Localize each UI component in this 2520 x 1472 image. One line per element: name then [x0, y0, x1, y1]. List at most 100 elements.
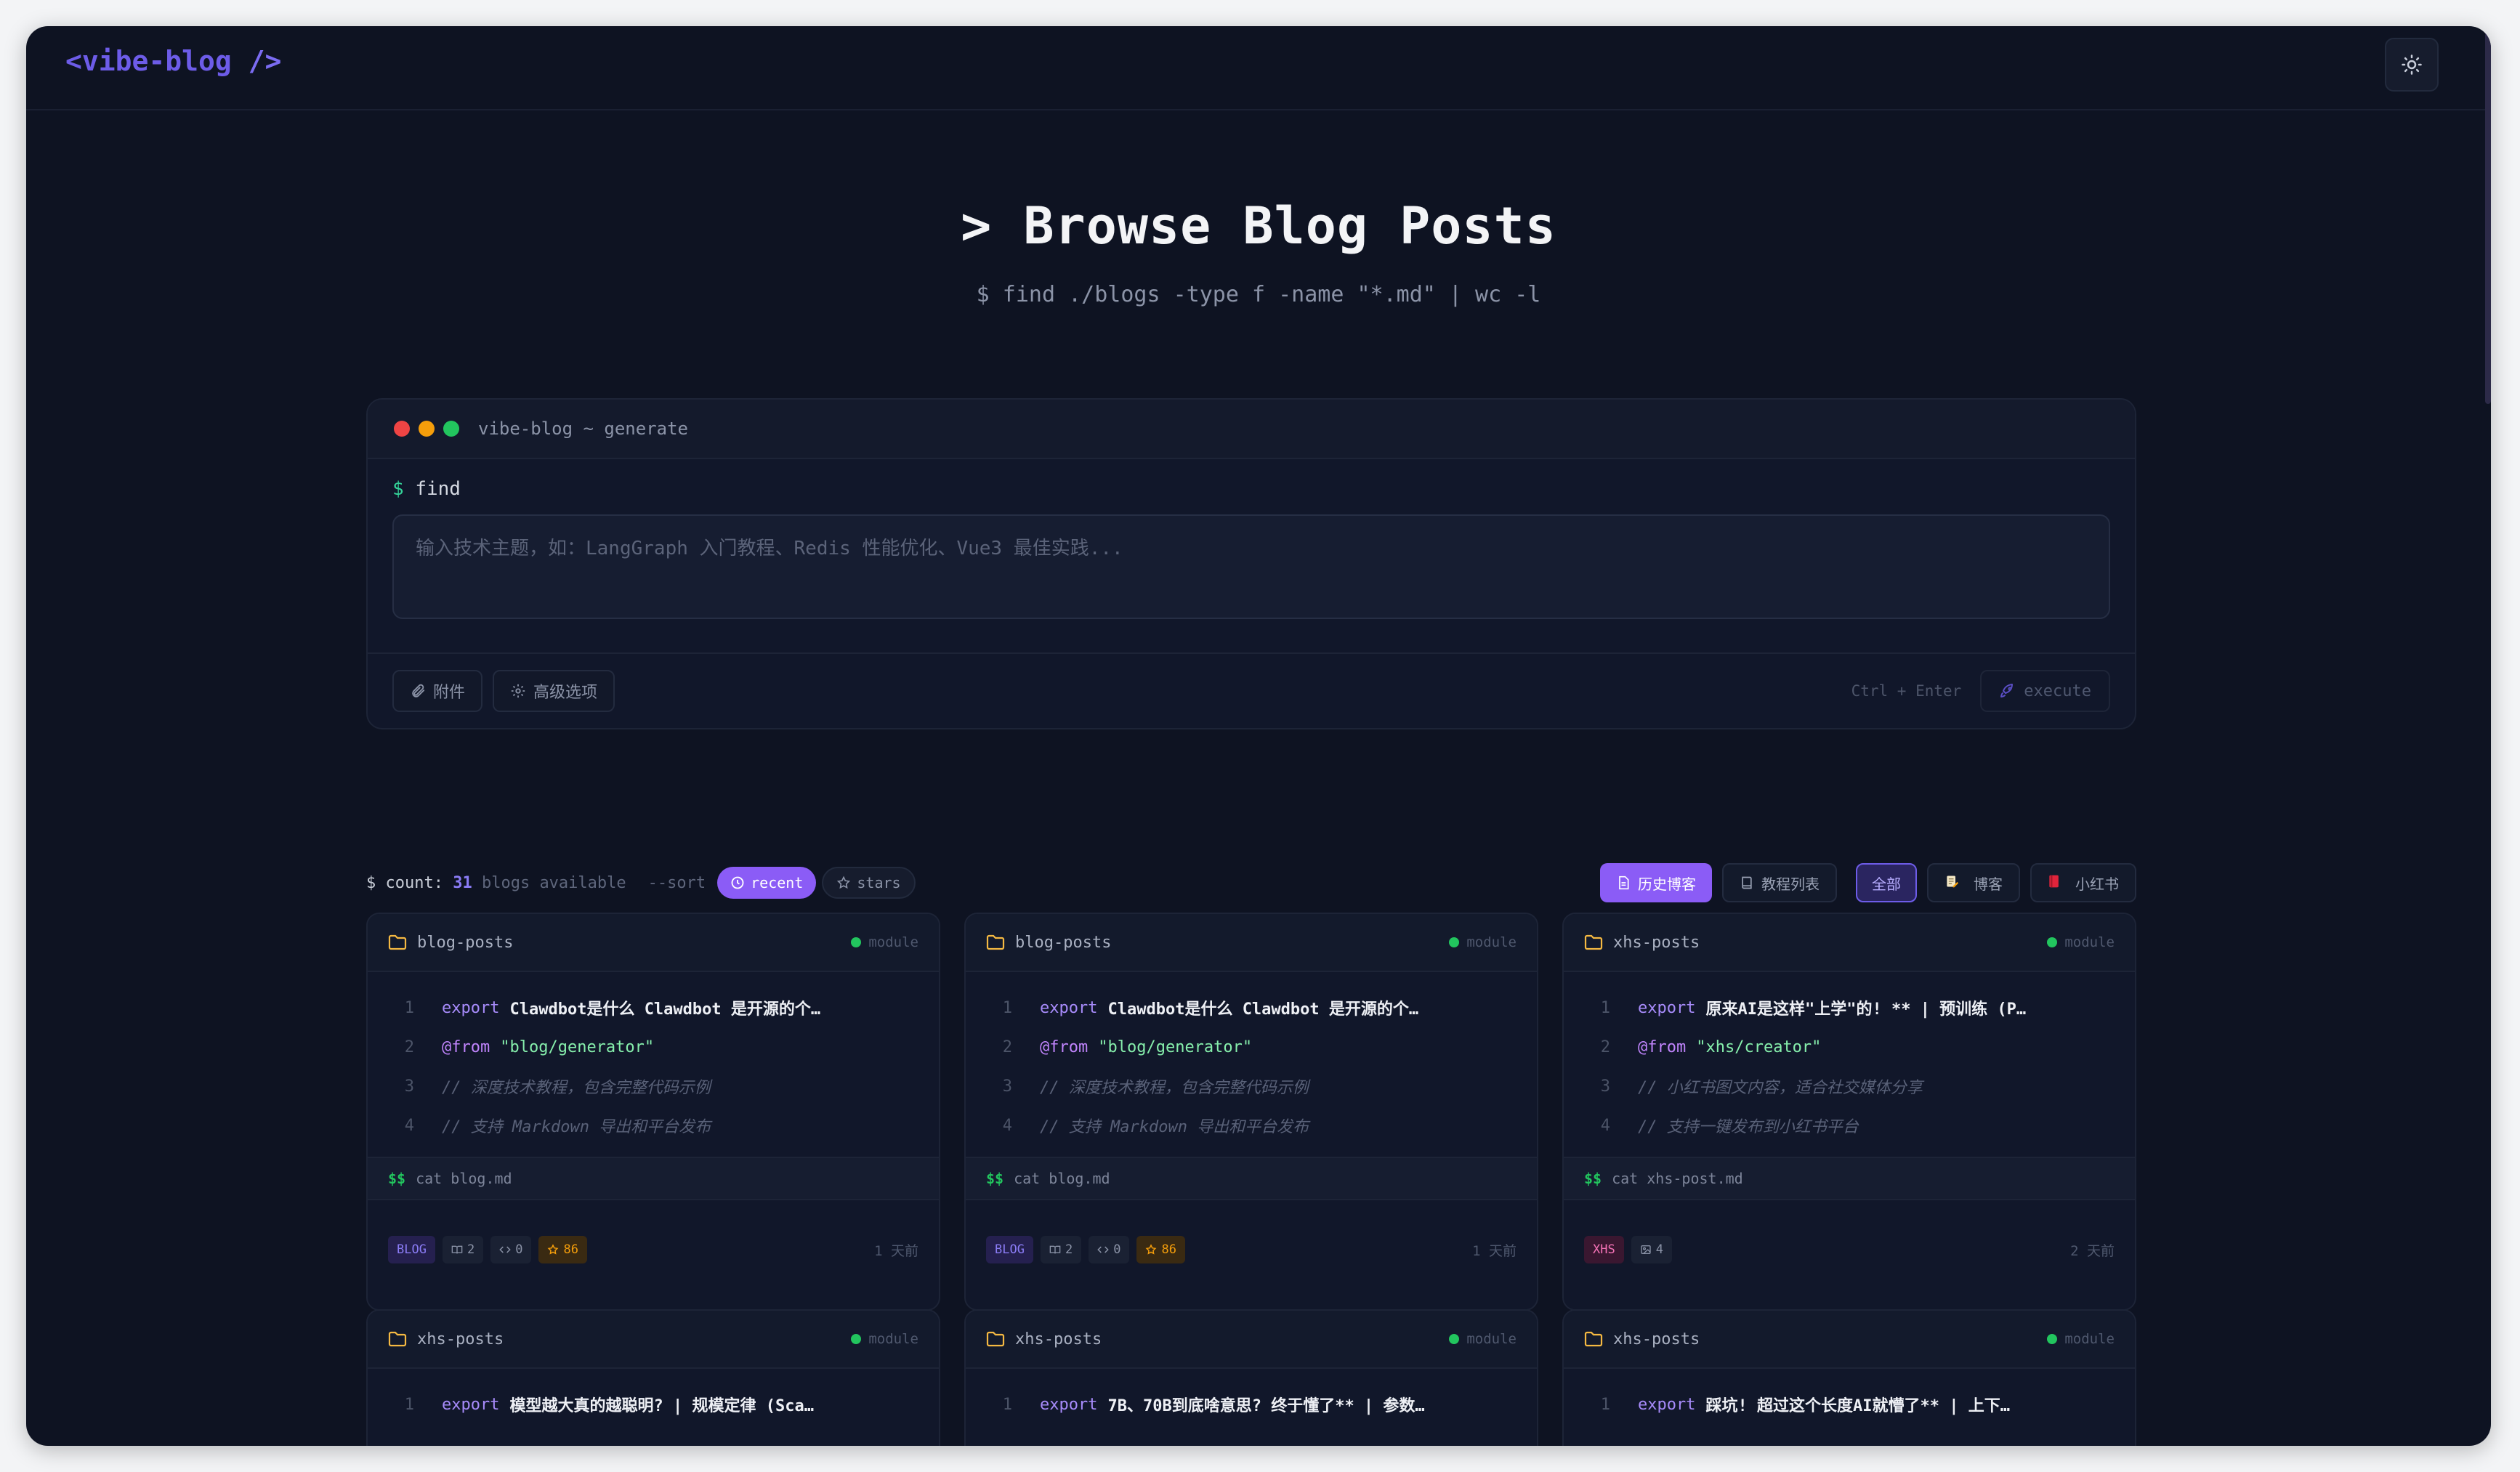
code-source: "blog/generator": [500, 1038, 655, 1056]
module-label: module: [868, 934, 918, 950]
card-title: 模型越大真的越聪明? | 规模定律 (Sca…: [509, 1397, 814, 1415]
memo-icon: [1944, 874, 1966, 892]
module-status-dot: [2047, 937, 2058, 947]
sections-badge: 2: [1040, 1236, 1082, 1263]
code-decorator: @from: [1040, 1038, 1089, 1056]
code-comment: // 支持 Markdown 导出和平台发布: [1040, 1118, 1309, 1136]
folder-icon: [986, 1331, 1005, 1347]
card-time: 2 天前: [2070, 1242, 2115, 1259]
tab-tutorials[interactable]: 教程列表: [1722, 863, 1837, 902]
blog-card[interactable]: xhs-posts module 1 export 模型越大真的越聪明? | 规模定…: [366, 1309, 940, 1446]
list-toolbar: $ count: 31 blogs available --sort recen…: [366, 863, 2136, 902]
tab-tutorials-label: 教程列表: [1761, 875, 1820, 893]
star-icon: [548, 1244, 559, 1255]
star-icon: [1146, 1244, 1157, 1255]
code-keyword: export: [442, 998, 500, 1017]
code-comment: // 小红书图文内容，适合社交媒体分享: [1638, 1079, 1923, 1097]
code-comment: // 支持一键发布到小红书平台: [1638, 1118, 1859, 1136]
code-blocks-count: 0: [515, 1242, 523, 1257]
code-comment: // 支持 Markdown 导出和平台发布: [442, 1118, 711, 1136]
card-code: 1 export Clawdbot是什么 Clawdbot 是开源的个… 2 @fro…: [368, 972, 939, 1145]
filter-blog[interactable]: 博客: [1927, 863, 2020, 902]
code-blocks-badge: 0: [490, 1236, 532, 1263]
sort-stars-button[interactable]: stars: [822, 867, 916, 899]
tab-history-label: 历史博客: [1638, 875, 1696, 893]
module-label: module: [2064, 934, 2115, 950]
red-book-icon: [2048, 874, 2068, 892]
theme-toggle-button[interactable]: [2385, 38, 2439, 92]
folder-icon: [1584, 934, 1603, 950]
blog-card[interactable]: xhs-posts module 1 export 原来AI是这样"上学"的! **…: [1562, 913, 2136, 1311]
count-value: 31: [453, 873, 472, 892]
command-prefix: $$: [1584, 1170, 1602, 1187]
module-label: module: [1466, 934, 1517, 950]
card-command: $$ cat blog.md: [368, 1157, 939, 1200]
card-time: 1 天前: [874, 1242, 918, 1259]
module-status-dot: [851, 1334, 862, 1344]
code-keyword: export: [1040, 1395, 1098, 1414]
stars-badge: 86: [1136, 1236, 1185, 1263]
tab-history[interactable]: 历史博客: [1600, 863, 1712, 902]
code-icon: [1097, 1246, 1109, 1253]
filter-all-label: 全部: [1872, 875, 1901, 893]
card-path: blog-posts: [1015, 933, 1112, 952]
folder-icon: [986, 934, 1005, 950]
code-keyword: export: [1040, 998, 1098, 1017]
filter-xhs[interactable]: 小红书: [2030, 863, 2136, 902]
minimize-dot: [419, 421, 435, 437]
shortcut-hint: Ctrl + Enter: [1851, 682, 1962, 700]
logo[interactable]: <vibe-blog />: [65, 45, 281, 77]
card-code: 1 export 原来AI是这样"上学"的! ** | 预训练 (P… 2 @from…: [1564, 972, 2135, 1145]
card-command: $$ cat blog.md: [966, 1157, 1537, 1200]
card-title: 踩坑! 超过这个长度AI就懵了** | 上下…: [1705, 1397, 2010, 1415]
scrollbar-thumb[interactable]: [2485, 26, 2491, 404]
clock-icon: [731, 876, 744, 889]
card-header: xhs-posts module: [1564, 914, 2135, 972]
sections-badge: 2: [442, 1236, 484, 1263]
blog-count: $ count: 31 blogs available: [366, 874, 626, 892]
terminal-footer: 附件 高级选项 Ctrl + Enter execute: [368, 652, 2135, 728]
type-badge: BLOG: [388, 1236, 435, 1263]
code-source: "blog/generator": [1098, 1038, 1253, 1056]
book-open-icon: [1049, 1245, 1061, 1254]
count-prefix: $ count:: [366, 873, 443, 892]
code-keyword: export: [1638, 1395, 1696, 1414]
attach-button[interactable]: 附件: [392, 670, 483, 712]
folder-icon: [388, 1331, 407, 1347]
module-status-dot: [1449, 937, 1460, 947]
card-path: xhs-posts: [1015, 1330, 1102, 1348]
blog-card[interactable]: blog-posts module 1 export Clawdbot是什么 Cla…: [964, 913, 1538, 1311]
sort-recent-button[interactable]: recent: [717, 867, 817, 899]
prompt-symbol: $: [392, 478, 404, 500]
card-code: 1 export 踩坑! 超过这个长度AI就懵了** | 上下…: [1564, 1369, 2135, 1424]
blog-card[interactable]: xhs-posts module 1 export 7B、70B到底啥意思? 终于懂…: [964, 1309, 1538, 1446]
code-comment: // 深度技术教程，包含完整代码示例: [442, 1079, 711, 1097]
blog-card[interactable]: blog-posts module 1 export Clawdbot是什么 Cla…: [366, 913, 940, 1311]
execute-button[interactable]: execute: [1980, 670, 2110, 712]
card-code: 1 export Clawdbot是什么 Clawdbot 是开源的个… 2 @fro…: [966, 972, 1537, 1145]
code-keyword: export: [442, 1395, 500, 1414]
stars-badge: 86: [538, 1236, 587, 1263]
card-header: xhs-posts module: [1564, 1311, 2135, 1369]
blog-card[interactable]: xhs-posts module 1 export 踩坑! 超过这个长度AI就懵了*…: [1562, 1309, 2136, 1446]
card-header: xhs-posts module: [966, 1311, 1537, 1369]
module-status-dot: [1449, 1334, 1460, 1344]
card-title: 7B、70B到底啥意思? 终于懂了** | 参数…: [1107, 1397, 1425, 1415]
type-badge: BLOG: [986, 1236, 1033, 1263]
terminal-prompt: $ find: [392, 478, 2110, 500]
advanced-options-button[interactable]: 高级选项: [493, 670, 615, 712]
card-header: blog-posts module: [966, 914, 1537, 972]
code-blocks-badge: 0: [1089, 1236, 1130, 1263]
filter-all[interactable]: 全部: [1856, 863, 1917, 902]
module-status-dot: [851, 937, 862, 947]
star-icon: [837, 875, 851, 889]
images-count: 4: [1655, 1242, 1663, 1257]
count-suffix: blogs available: [481, 873, 626, 892]
sun-icon: [2402, 54, 2422, 75]
card-header: blog-posts module: [368, 914, 939, 972]
topic-input[interactable]: 输入技术主题，如：LangGraph 入门教程、Redis 性能优化、Vue3 …: [392, 514, 2110, 619]
card-command: $$ cat xhs-post.md: [1564, 1157, 2135, 1200]
code-decorator: @from: [442, 1038, 490, 1056]
generate-terminal: vibe-blog ~ generate $ find 输入技术主题，如：Lan…: [366, 398, 2136, 729]
prompt-command: find: [415, 478, 461, 500]
